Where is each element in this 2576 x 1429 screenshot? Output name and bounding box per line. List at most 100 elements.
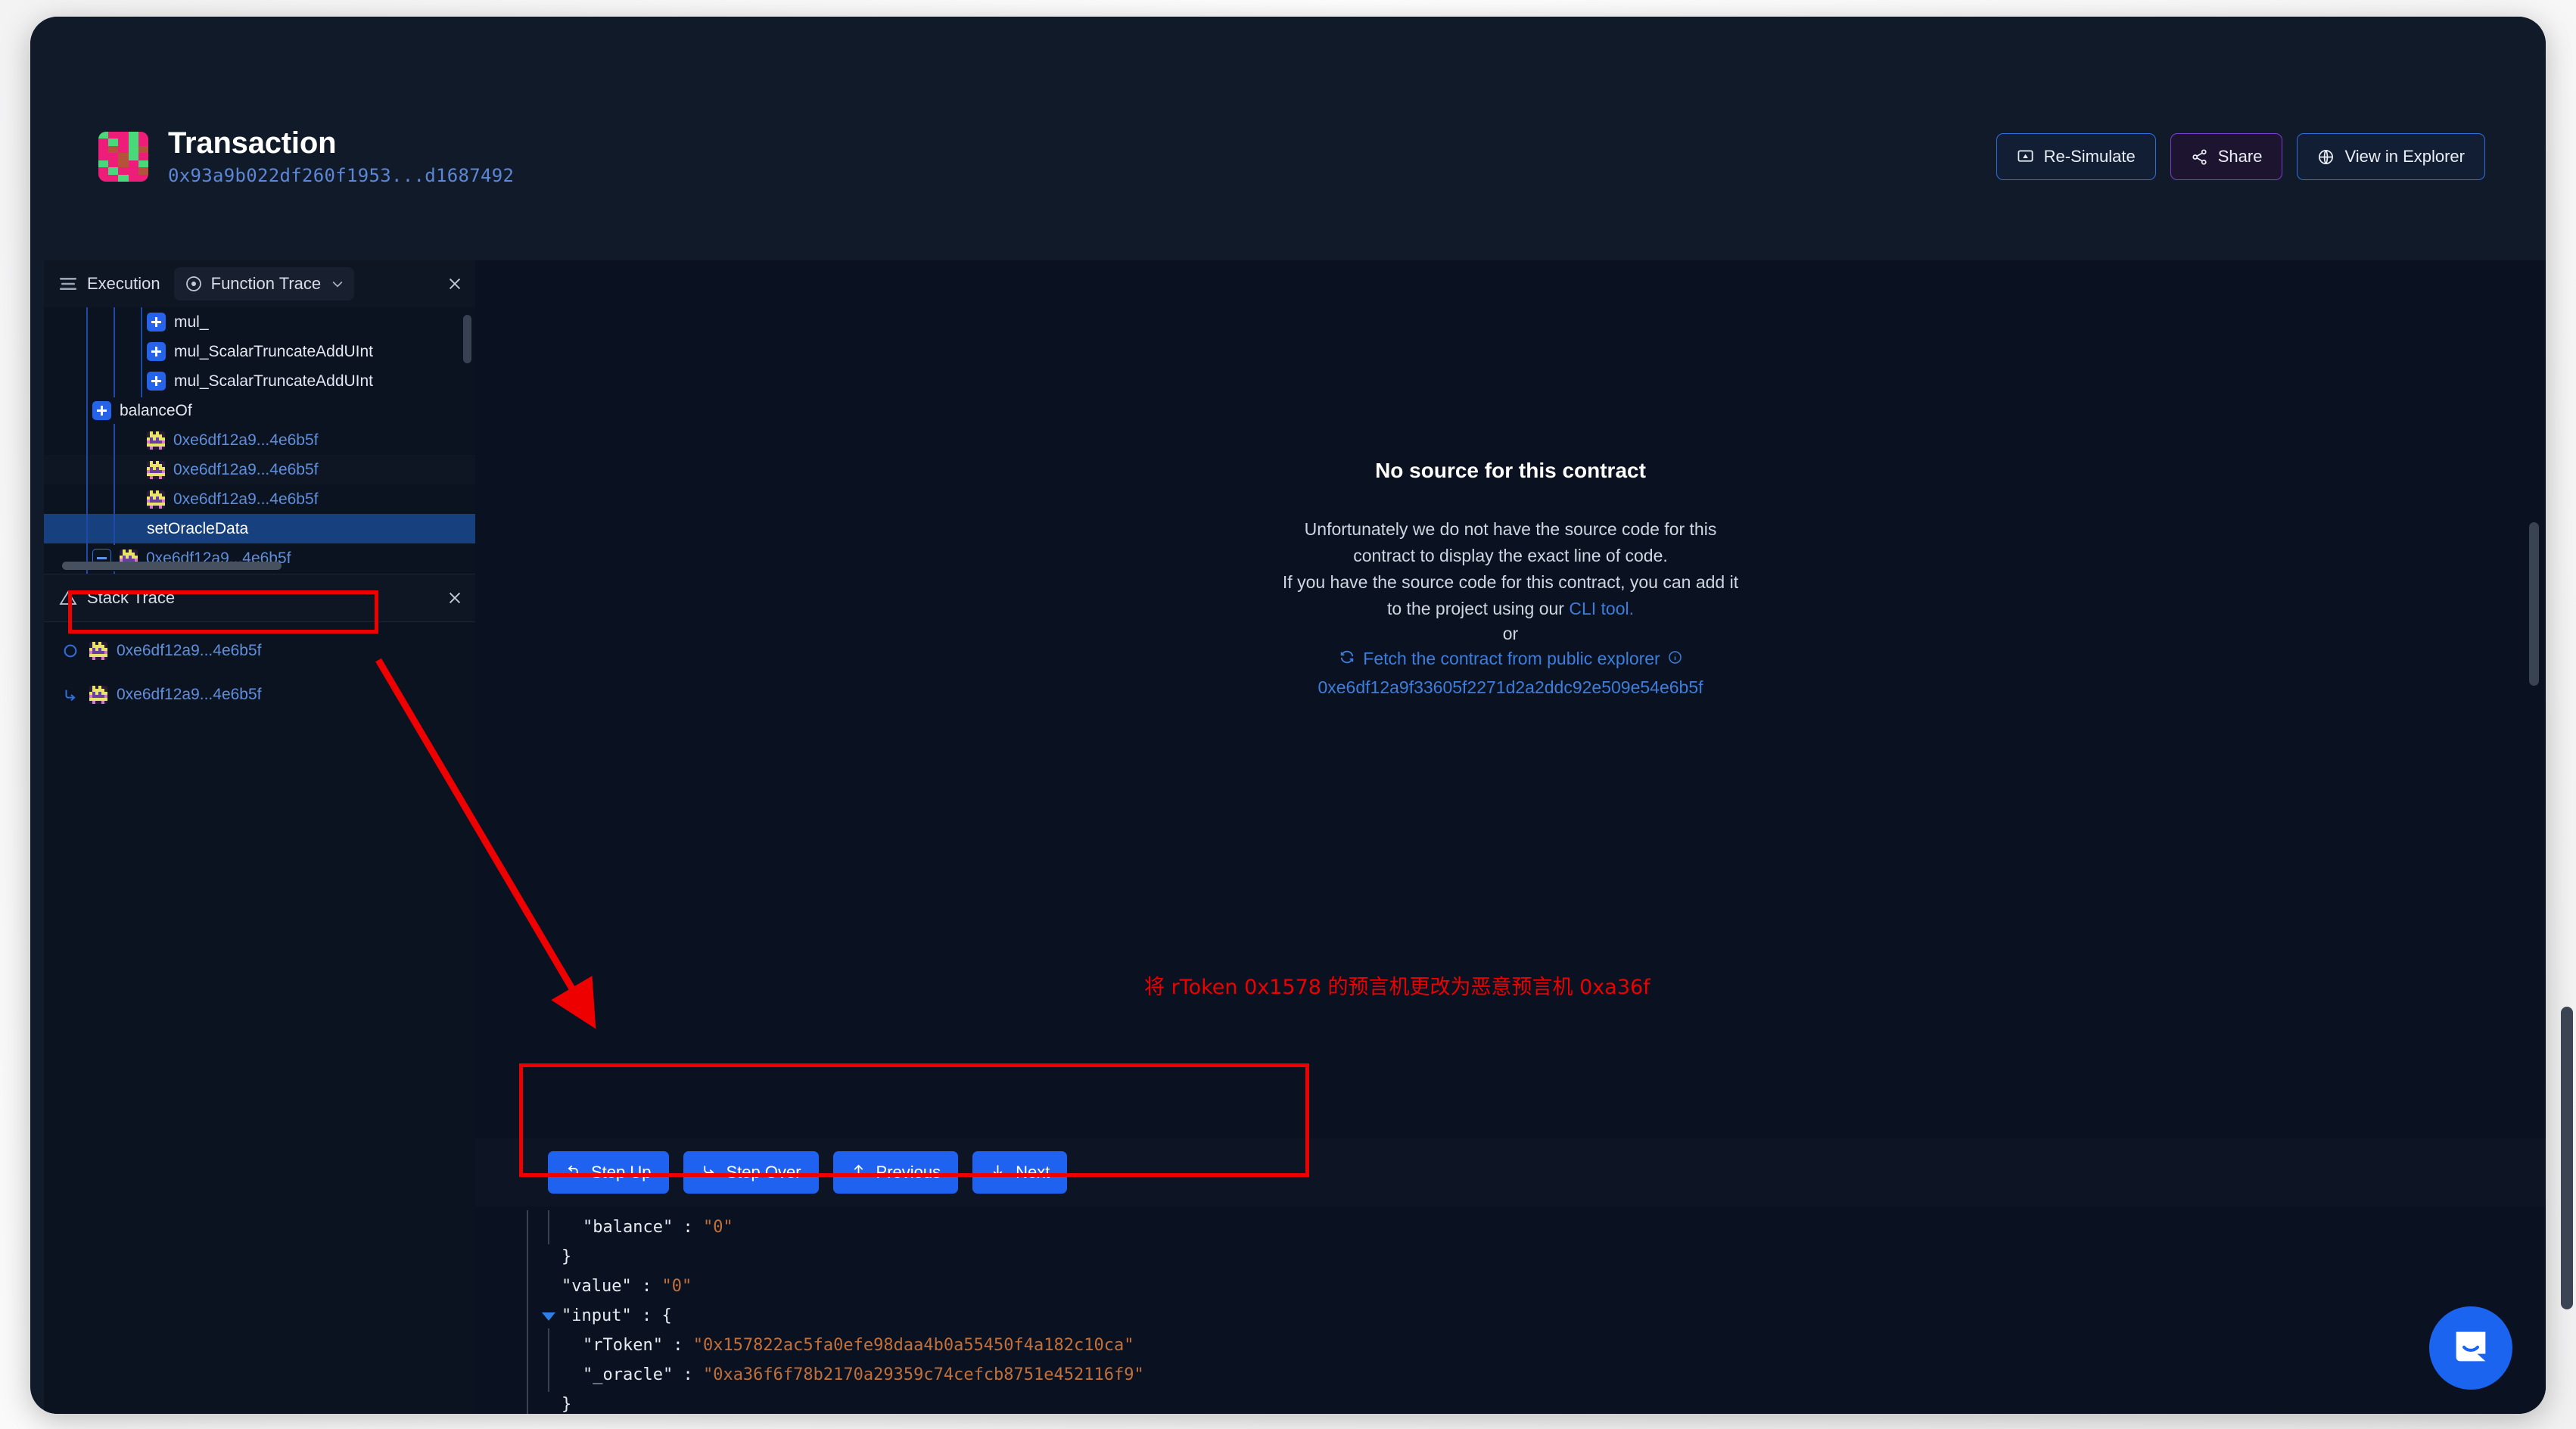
next-label: Next	[1016, 1163, 1050, 1181]
json-row: "_oracle" : "0xa36f6f78b2170a29359c74cef…	[475, 1358, 2546, 1392]
tree-row[interactable]: mul_	[44, 307, 475, 338]
tree-row[interactable]: mul_ScalarTruncateAddUInt	[44, 365, 475, 397]
step-up-label: Step Up	[591, 1163, 652, 1181]
page-title: Transaction	[168, 126, 337, 160]
tree-vertical-scrollbar[interactable]	[463, 315, 471, 363]
json-value: "0"	[661, 1277, 692, 1296]
json-row-content: "rToken" : "0x157822ac5fa0efe98daa4b0a55…	[583, 1331, 1134, 1360]
arrow-up-left-icon	[565, 1163, 581, 1183]
next-button[interactable]: Next	[972, 1151, 1068, 1194]
no-source-line-2: contract to display the exact line of co…	[1353, 546, 1668, 566]
no-source-panel: No source for this contract Unfortunatel…	[475, 260, 2546, 896]
chevron-down-icon[interactable]	[330, 276, 345, 291]
json-value: "0"	[702, 1218, 733, 1237]
tree-row-label: 0xe6df12a9...4e6b5f	[173, 490, 319, 508]
view-in-explorer-button[interactable]: View in Explorer	[2297, 133, 2485, 180]
share-nodes-icon	[2191, 148, 2208, 166]
stack-trace-title: Stack Trace	[87, 588, 176, 607]
stack-trace-header: Stack Trace	[44, 574, 475, 622]
view-in-explorer-label: View in Explorer	[2344, 147, 2465, 166]
tree-row[interactable]: 0xe6df12a9...4e6b5f	[44, 483, 475, 515]
re-simulate-label: Re-Simulate	[2043, 147, 2136, 166]
chat-launcher-button[interactable]	[2429, 1306, 2512, 1390]
arrow-turn-right-icon	[701, 1163, 717, 1183]
tab-function-trace-label: Function Trace	[210, 274, 322, 293]
json-row: "balance" : "0"	[475, 1210, 2546, 1244]
tree-row-label: mul_	[174, 313, 209, 331]
page-header: Transaction 0x93a9b022df260f1953...d1687…	[30, 17, 2546, 260]
tree-row[interactable]: mul_ScalarTruncateAddUInt	[44, 335, 475, 368]
json-key: }	[562, 1247, 572, 1266]
json-row: }	[475, 1387, 2546, 1414]
arrow-down-icon	[990, 1163, 1006, 1183]
json-key: "rToken" :	[583, 1336, 693, 1355]
tree-row-label: 0xe6df12a9...4e6b5f	[173, 431, 319, 449]
json-row-content: "value" : "0"	[562, 1272, 692, 1301]
json-key: "input" : {	[562, 1306, 672, 1325]
contract-address-link[interactable]: 0xe6df12a9f33605f2271d2a2ddc92e509e54e6b…	[1140, 677, 1881, 698]
json-indent-guide	[527, 1387, 528, 1414]
stack-trace-address: 0xe6df12a9...4e6b5f	[117, 686, 262, 703]
tree-horizontal-scrollbar[interactable]	[62, 562, 282, 570]
address-identicon	[147, 460, 165, 479]
json-value: "0x157822ac5fa0efe98daa4b0a55450f4a182c1…	[692, 1336, 1134, 1355]
json-indent-guide	[548, 1210, 549, 1244]
circle-icon	[61, 643, 80, 659]
globe-icon	[2317, 148, 2335, 166]
no-source-title: No source for this contract	[1375, 459, 1646, 483]
address-identicon	[89, 642, 107, 660]
json-row: "value" : "0"	[475, 1269, 2546, 1303]
expand-icon[interactable]	[92, 401, 111, 420]
info-circle-icon[interactable]	[1668, 649, 1682, 669]
no-source-line-3: If you have the source code for this con…	[1282, 572, 1739, 592]
close-icon[interactable]	[446, 590, 463, 606]
no-source-line-4-prefix: to the project using our	[1386, 598, 1570, 618]
tree-row[interactable]: 0xe6df12a9...4e6b5f	[44, 453, 475, 486]
hamburger-icon[interactable]	[59, 277, 77, 291]
no-source-or: or	[1502, 623, 1519, 643]
transaction-title-block: Transaction 0x93a9b022df260f1953...d1687…	[98, 126, 514, 186]
target-icon	[185, 275, 203, 293]
json-row-content: "input" : {	[562, 1301, 672, 1331]
main-content: No source for this contract Unfortunatel…	[475, 260, 2546, 1414]
json-row-content: "_oracle" : "0xa36f6f78b2170a29359c74cef…	[583, 1360, 1144, 1390]
json-row: }	[475, 1240, 2546, 1274]
json-key: }	[562, 1395, 572, 1414]
json-key: "balance" :	[583, 1218, 703, 1237]
expand-icon[interactable]	[147, 342, 166, 361]
execution-label: Execution	[87, 274, 160, 293]
tree-row[interactable]: balanceOf	[44, 394, 475, 427]
json-output-panel[interactable]: "balance" : "0"} "value" : "0" "input" : {…	[475, 1206, 2546, 1414]
address-identicon	[147, 490, 165, 509]
share-button[interactable]: Share	[2170, 133, 2283, 180]
refresh-icon	[1339, 649, 1355, 670]
share-label: Share	[2217, 147, 2263, 166]
transaction-hash[interactable]: 0x93a9b022df260f1953...d1687492	[168, 165, 514, 186]
page-vertical-scrollbar[interactable]	[2561, 1007, 2573, 1309]
step-up-button[interactable]: Step Up	[548, 1151, 669, 1194]
expand-icon[interactable]	[147, 313, 166, 332]
close-icon[interactable]	[446, 276, 463, 292]
json-collapse-caret[interactable]	[542, 1312, 555, 1321]
previous-button[interactable]: Previous	[832, 1151, 959, 1194]
tree-row[interactable]: 0xe6df12a9...4e6b5f	[44, 424, 475, 456]
stack-trace-row[interactable]: 0xe6df12a9...4e6b5f	[44, 680, 475, 710]
re-simulate-button[interactable]: Re-Simulate	[1996, 133, 2156, 180]
step-over-button[interactable]: Step Over	[683, 1151, 819, 1194]
expand-icon[interactable]	[147, 372, 166, 391]
fetch-contract-link[interactable]: Fetch the contract from public explorer	[1140, 649, 1881, 670]
step-toolbar: Step Up Step Over Previous Next	[475, 1138, 2546, 1206]
function-trace-tree[interactable]: mul_ mul_ScalarTruncateAddUInt mul_ScalarT…	[44, 307, 475, 574]
stack-trace-address: 0xe6df12a9...4e6b5f	[117, 642, 262, 659]
fetch-contract-label: Fetch the contract from public explorer	[1363, 649, 1660, 669]
tree-row-selected[interactable]: setOracleData	[44, 512, 475, 545]
left-sidebar: Execution Function Trace mul_ mul_Scalar…	[44, 260, 476, 1414]
tree-row-label: 0xe6df12a9...4e6b5f	[173, 460, 319, 478]
address-identicon	[89, 686, 107, 704]
tab-function-trace[interactable]: Function Trace	[173, 267, 355, 300]
cli-tool-link[interactable]: CLI tool.	[1569, 599, 1634, 618]
stack-trace-row[interactable]: 0xe6df12a9...4e6b5f	[44, 636, 475, 666]
tree-row-label: setOracleData	[147, 519, 249, 537]
json-vertical-scrollbar[interactable]	[2529, 522, 2539, 686]
header-actions: Re-Simulate Share View in Explorer	[1996, 133, 2485, 180]
